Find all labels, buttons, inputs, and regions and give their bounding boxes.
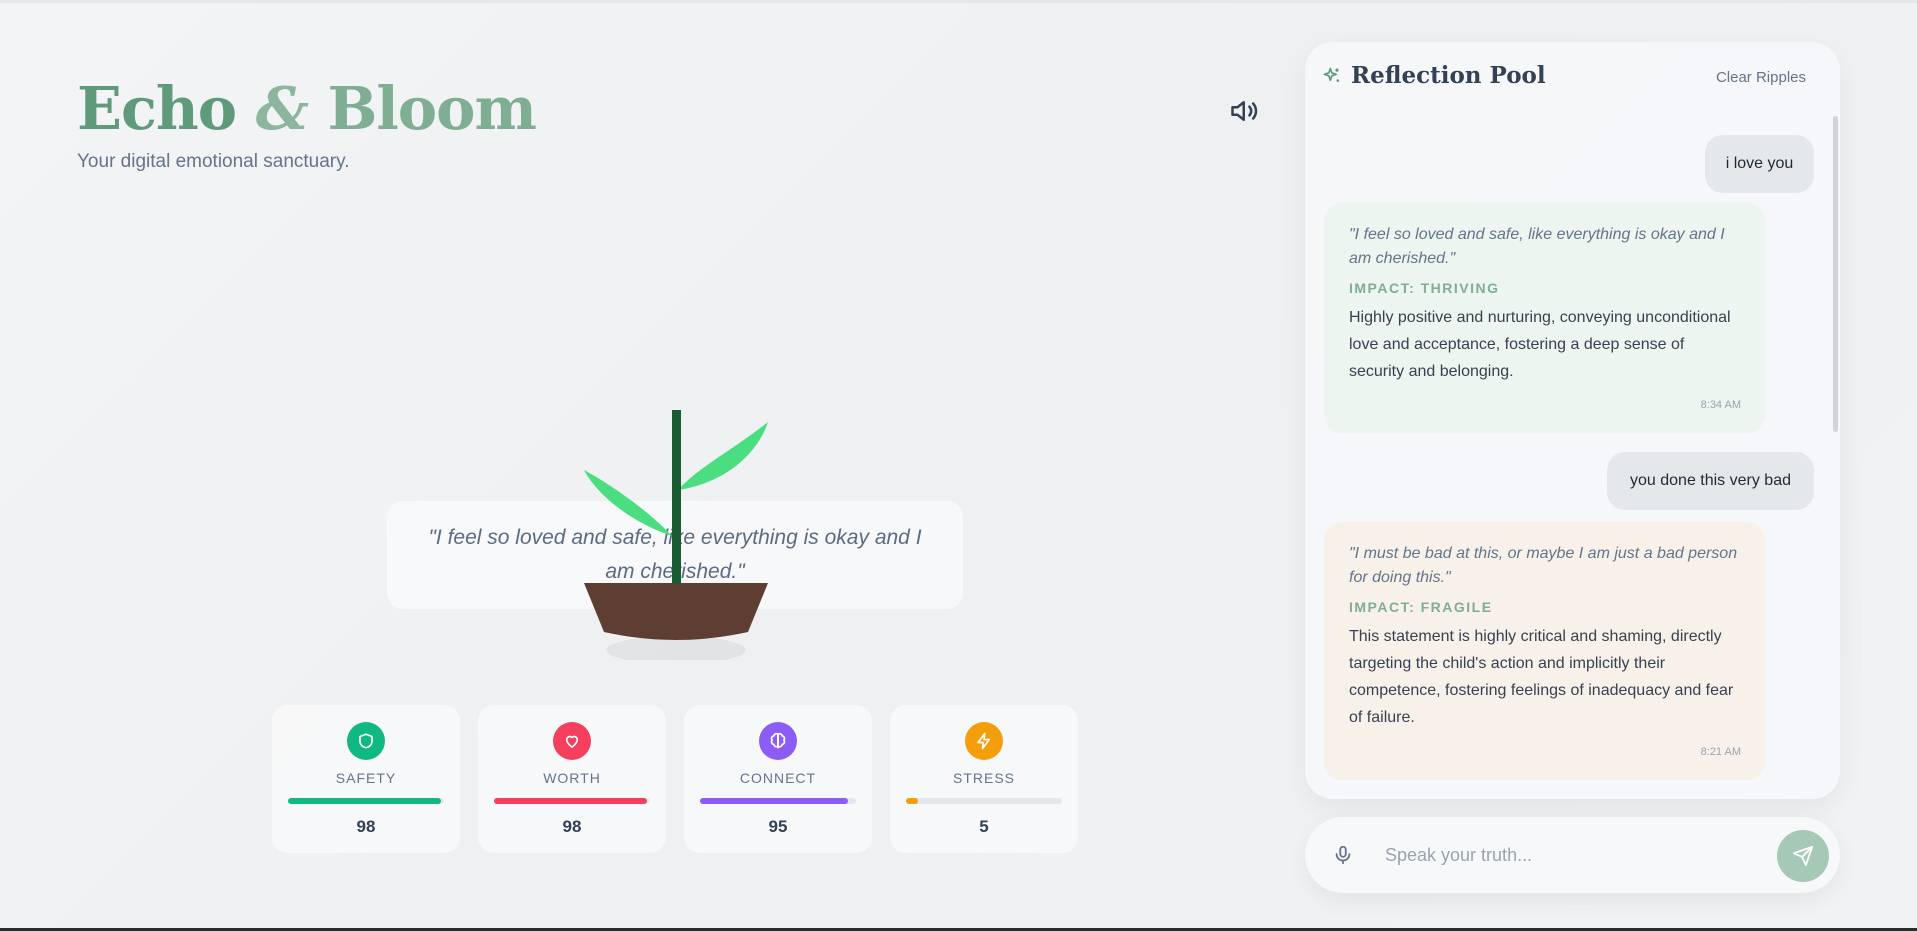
impact-label: IMPACT: FRAGILE	[1349, 599, 1493, 615]
top-border	[0, 0, 1917, 3]
metric-bar	[906, 798, 1062, 804]
right-leaf	[678, 422, 768, 490]
microphone-icon	[1335, 845, 1351, 865]
metric-card-connect: CONNECT 95	[684, 705, 872, 853]
metric-card-worth: WORTH 98	[478, 705, 666, 853]
send-button[interactable]	[1777, 830, 1829, 882]
user-message: i love you	[1705, 135, 1814, 193]
title-echo: Echo	[77, 74, 237, 143]
current-quote-text: "I feel so loved and safe, like everythi…	[428, 526, 922, 583]
metric-bar	[700, 798, 856, 804]
lightning-icon	[977, 732, 991, 750]
metric-value: 98	[356, 817, 376, 836]
reflection-description: This statement is highly critical and sh…	[1349, 628, 1734, 726]
heart-icon	[565, 735, 579, 748]
impact-label: IMPACT: THRIVING	[1349, 280, 1500, 296]
metric-value: 5	[979, 817, 989, 836]
metric-label: STRESS	[952, 770, 1015, 786]
reflection-panel: Reflection Pool Clear Ripples i love you…	[1305, 42, 1840, 799]
metric-value: 95	[768, 817, 788, 836]
truth-input[interactable]	[1385, 835, 1745, 875]
title-ampersand: &	[255, 74, 309, 143]
app-title: Echo & Bloom	[77, 74, 537, 143]
timestamp: 8:34 AM	[1700, 399, 1741, 411]
message-input-bar	[1305, 817, 1840, 893]
metric-icon-wrap	[347, 722, 385, 760]
metric-icon-wrap	[759, 722, 797, 760]
panel-title: Reflection Pool	[1351, 62, 1546, 89]
brain-icon	[770, 732, 786, 749]
metric-bar	[494, 798, 650, 804]
reflection-description: Highly positive and nurturing, conveying…	[1349, 309, 1731, 380]
app-subtitle: Your digital emotional sanctuary.	[77, 151, 350, 172]
metric-label: WORTH	[543, 770, 601, 786]
metric-icon-wrap	[553, 722, 591, 760]
current-quote-card: "I feel so loved and safe, like everythi…	[387, 501, 963, 609]
microphone-button[interactable]	[1327, 839, 1359, 871]
clear-ripples-button[interactable]: Clear Ripples	[1716, 69, 1806, 86]
metric-icon-wrap	[965, 722, 1003, 760]
metric-label: CONNECT	[739, 770, 817, 786]
metric-bar-fill	[700, 798, 849, 804]
metric-bar-fill	[906, 798, 919, 804]
send-icon	[1792, 845, 1814, 867]
metric-bar-fill	[494, 798, 647, 804]
shield-icon	[359, 733, 373, 749]
metric-label: SAFETY	[335, 770, 397, 786]
timestamp: 8:21 AM	[1700, 746, 1741, 758]
metric-card-safety: SAFETY 98	[272, 705, 460, 853]
scrollbar[interactable]	[1833, 116, 1838, 432]
reflection-quote: "I feel so loved and safe, like everythi…	[1349, 226, 1725, 267]
metric-card-stress: STRESS 5	[890, 705, 1078, 853]
volume-icon	[1231, 101, 1258, 121]
plant-shadow	[606, 636, 746, 660]
reflection-quote: "I must be bad at this, or maybe I am ju…	[1349, 545, 1738, 586]
metric-value: 98	[562, 817, 582, 836]
sound-toggle-button[interactable]	[1228, 94, 1262, 128]
reflection-card-thriving: "I feel so loved and safe, like everythi…	[1324, 203, 1765, 433]
title-bloom: Bloom	[327, 74, 537, 143]
reflection-card-fragile: "I must be bad at this, or maybe I am ju…	[1324, 522, 1765, 780]
panel-header: Reflection Pool	[1322, 62, 1546, 89]
metric-bar	[288, 798, 444, 804]
metric-bar-fill	[288, 798, 441, 804]
sparkle-icon	[1323, 67, 1340, 82]
user-message: you done this very bad	[1607, 452, 1814, 510]
